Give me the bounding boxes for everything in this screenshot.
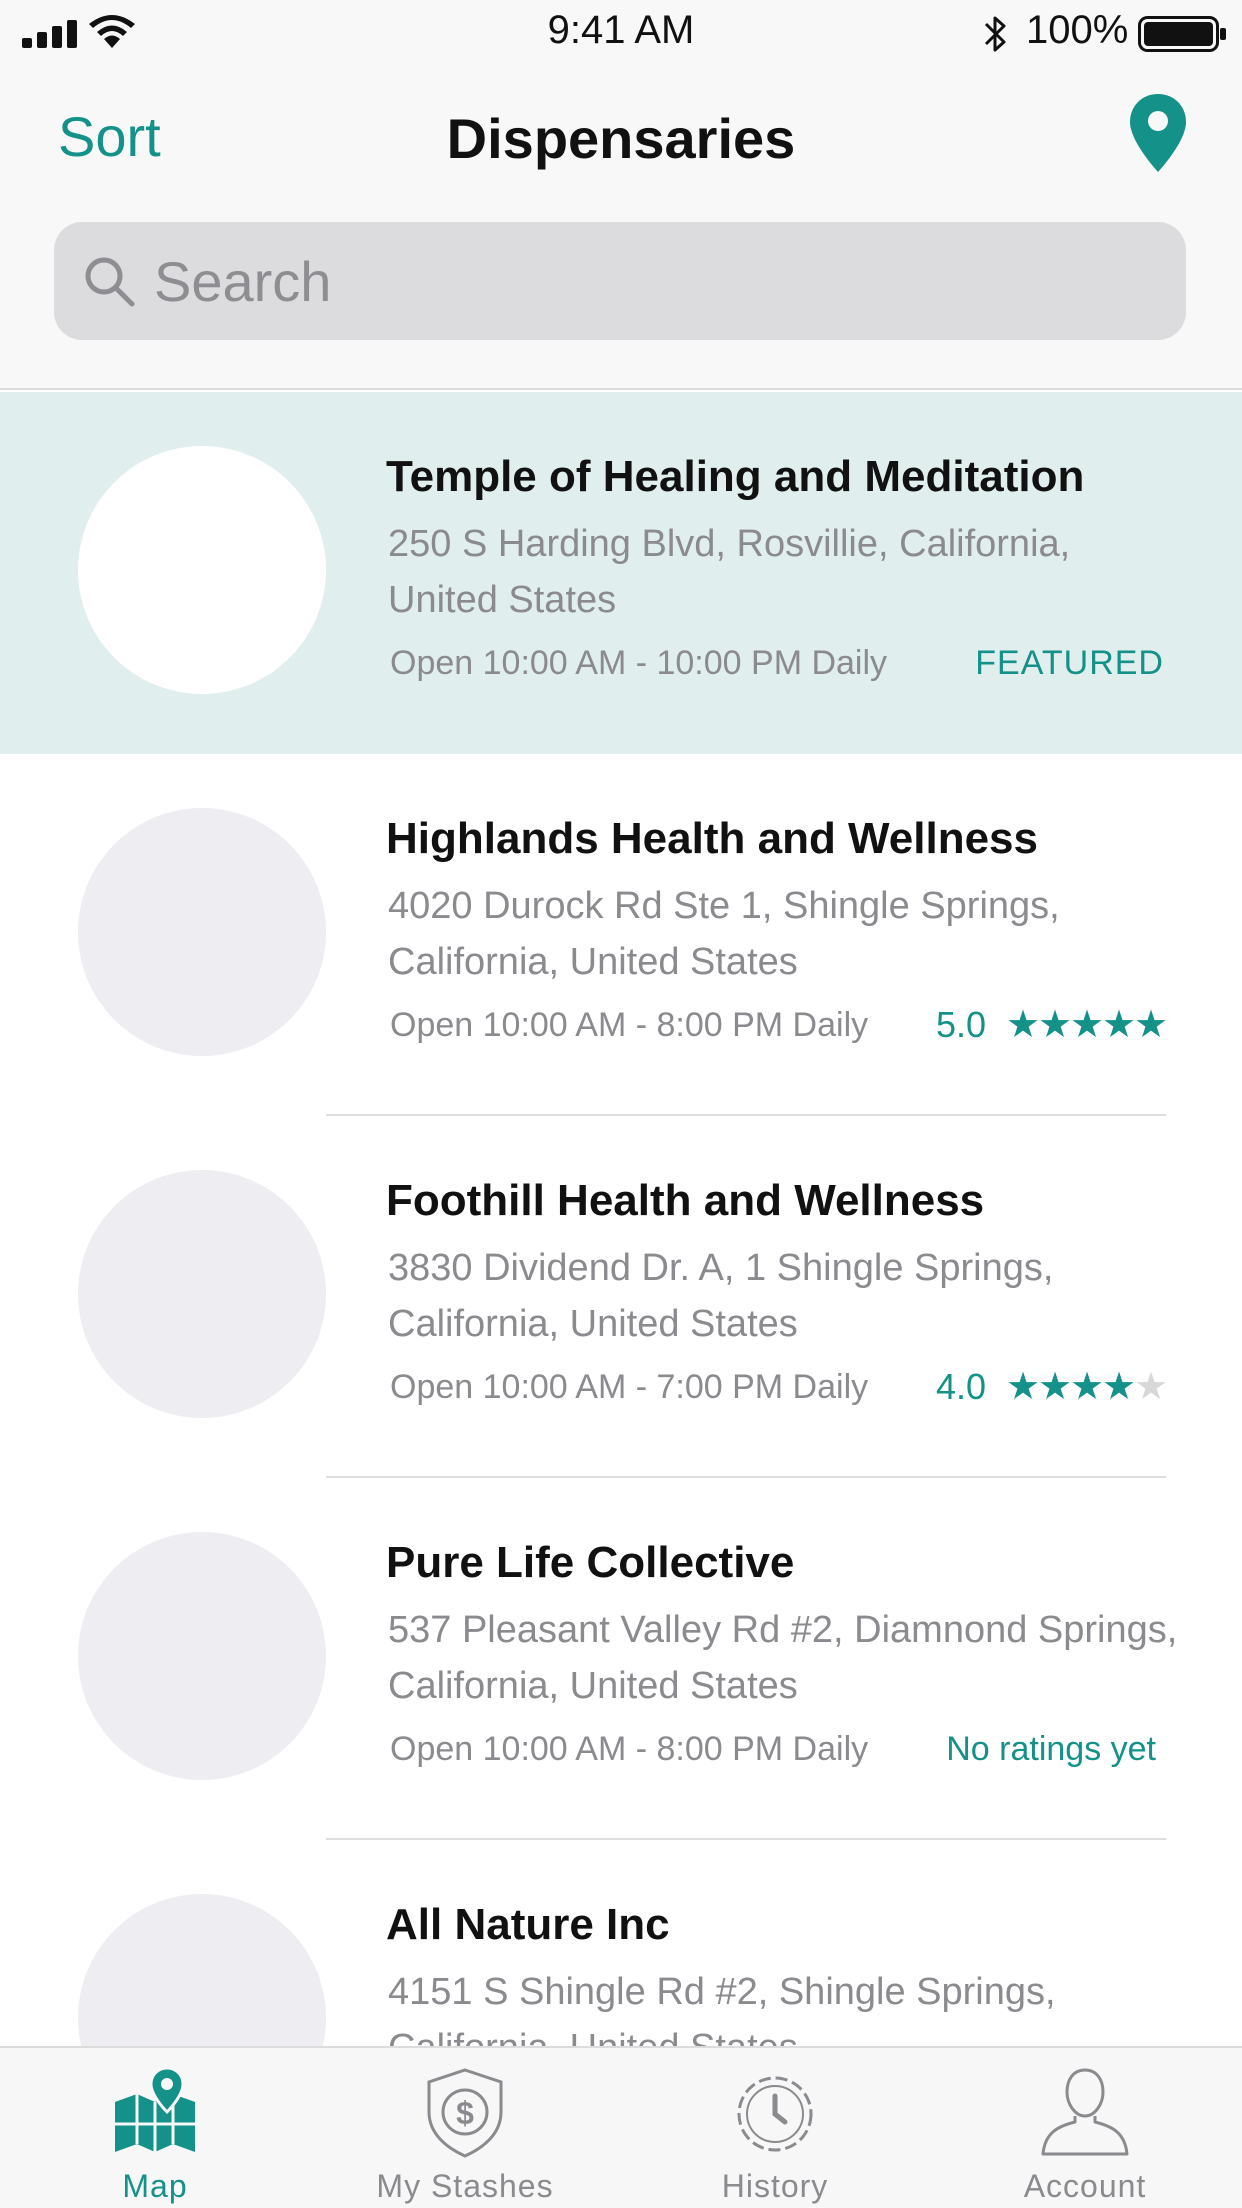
tab-map[interactable]: Map [0,2048,310,2208]
dispensary-name: Temple of Healing and Meditation [386,452,1085,501]
tab-label: History [721,2168,829,2204]
dispensary-list[interactable]: Temple of Healing and Meditation 250 S H… [0,392,1242,2046]
star-filled-icon: ★ [1134,1004,1169,1046]
list-item[interactable]: Temple of Healing and Meditation 250 S H… [0,392,1242,754]
dispensary-avatar [78,808,326,1056]
dispensary-avatar [78,1532,326,1780]
rating-value: 5.0 [935,1004,986,1045]
dispensary-address: 250 S Harding Blvd, Rosvillie, Californi… [388,523,1071,621]
star-filled-icon: ★ [1006,1366,1041,1408]
rating: 4.0 ★ ★ ★ ★ ★ [935,1366,1169,1408]
page-title: Dispensaries [446,107,796,170]
tab-bar: Map $ My Stashes History Account [0,2046,1242,2208]
search-bar[interactable] [54,222,1186,340]
star-rating: ★ ★ ★ ★ ★ [1006,1004,1169,1046]
star-filled-icon: ★ [1070,1366,1105,1408]
dispensary-hours: Open 10:00 AM - 7:00 PM Daily [390,1368,869,1406]
map-icon [115,2066,195,2152]
status-bar: 9:41 AM 100% [0,0,1242,66]
dispensary-address: 4151 S Shingle Rd #2, Shingle Springs, C… [388,1971,1056,2046]
list-item[interactable]: Foothill Health and Wellness 3830 Divide… [0,1116,1242,1478]
dispensary-address: 3830 Dividend Dr. A, 1 Shingle Springs, … [388,1247,1054,1345]
dispensary-name: All Nature Inc [386,1900,670,1949]
dispensary-name: Highlands Health and Wellness [386,814,1038,863]
tab-history[interactable]: History [620,2048,930,2208]
dispensary-name: Pure Life Collective [386,1538,795,1587]
clock-gear-icon [737,2076,813,2152]
star-rating: ★ ★ ★ ★ ★ [1006,1366,1169,1408]
dispensary-avatar [78,446,326,694]
rating-value: 4.0 [935,1366,986,1407]
star-filled-icon: ★ [1070,1004,1105,1046]
tab-my-stashes[interactable]: $ My Stashes [310,2048,620,2208]
dispensary-hours: Open 10:00 AM - 10:00 PM Daily [390,644,888,682]
battery-percentage: 100% [1026,8,1129,52]
star-filled-icon: ★ [1102,1004,1137,1046]
tab-label: My Stashes [376,2168,554,2204]
featured-badge: FEATURED [975,644,1164,682]
dispensary-avatar [78,1170,326,1418]
star-filled-icon: ★ [1038,1366,1073,1408]
person-icon [1041,2068,1129,2156]
tab-label: Account [1023,2168,1147,2204]
no-ratings-label: No ratings yet [946,1730,1156,1768]
star-filled-icon: ★ [1006,1004,1041,1046]
tab-label: Map [122,2168,188,2204]
dispensary-name: Foothill Health and Wellness [386,1176,985,1225]
star-filled-icon: ★ [1038,1004,1073,1046]
search-input[interactable] [154,238,1134,324]
search-icon [85,257,135,307]
rating: 5.0 ★ ★ ★ ★ ★ [935,1004,1169,1046]
bluetooth-icon [984,16,1006,52]
svg-text:$: $ [456,2095,474,2131]
battery-icon [1138,16,1226,52]
list-item[interactable]: All Nature Inc 4151 S Shingle Rd #2, Shi… [0,1840,1242,2046]
dollar-shield-icon: $ [427,2068,503,2158]
list-item[interactable]: Highlands Health and Wellness 4020 Duroc… [0,754,1242,1116]
list-item[interactable]: Pure Life Collective 537 Pleasant Valley… [0,1478,1242,1840]
star-filled-icon: ★ [1102,1366,1137,1408]
dispensary-hours: Open 10:00 AM - 8:00 PM Daily [390,1006,869,1044]
tab-account[interactable]: Account [930,2048,1240,2208]
navigation-bar: Sort Dispensaries [0,66,1242,390]
dispensary-avatar [78,1894,326,2046]
dispensary-address: 4020 Durock Rd Ste 1, Shingle Springs, C… [388,885,1060,983]
location-pin-icon[interactable] [1128,92,1188,174]
dispensary-hours: Open 10:00 AM - 8:00 PM Daily [390,1730,869,1768]
dispensary-address: 537 Pleasant Valley Rd #2, Diamnond Spri… [388,1609,1178,1707]
star-empty-icon: ★ [1134,1366,1169,1408]
